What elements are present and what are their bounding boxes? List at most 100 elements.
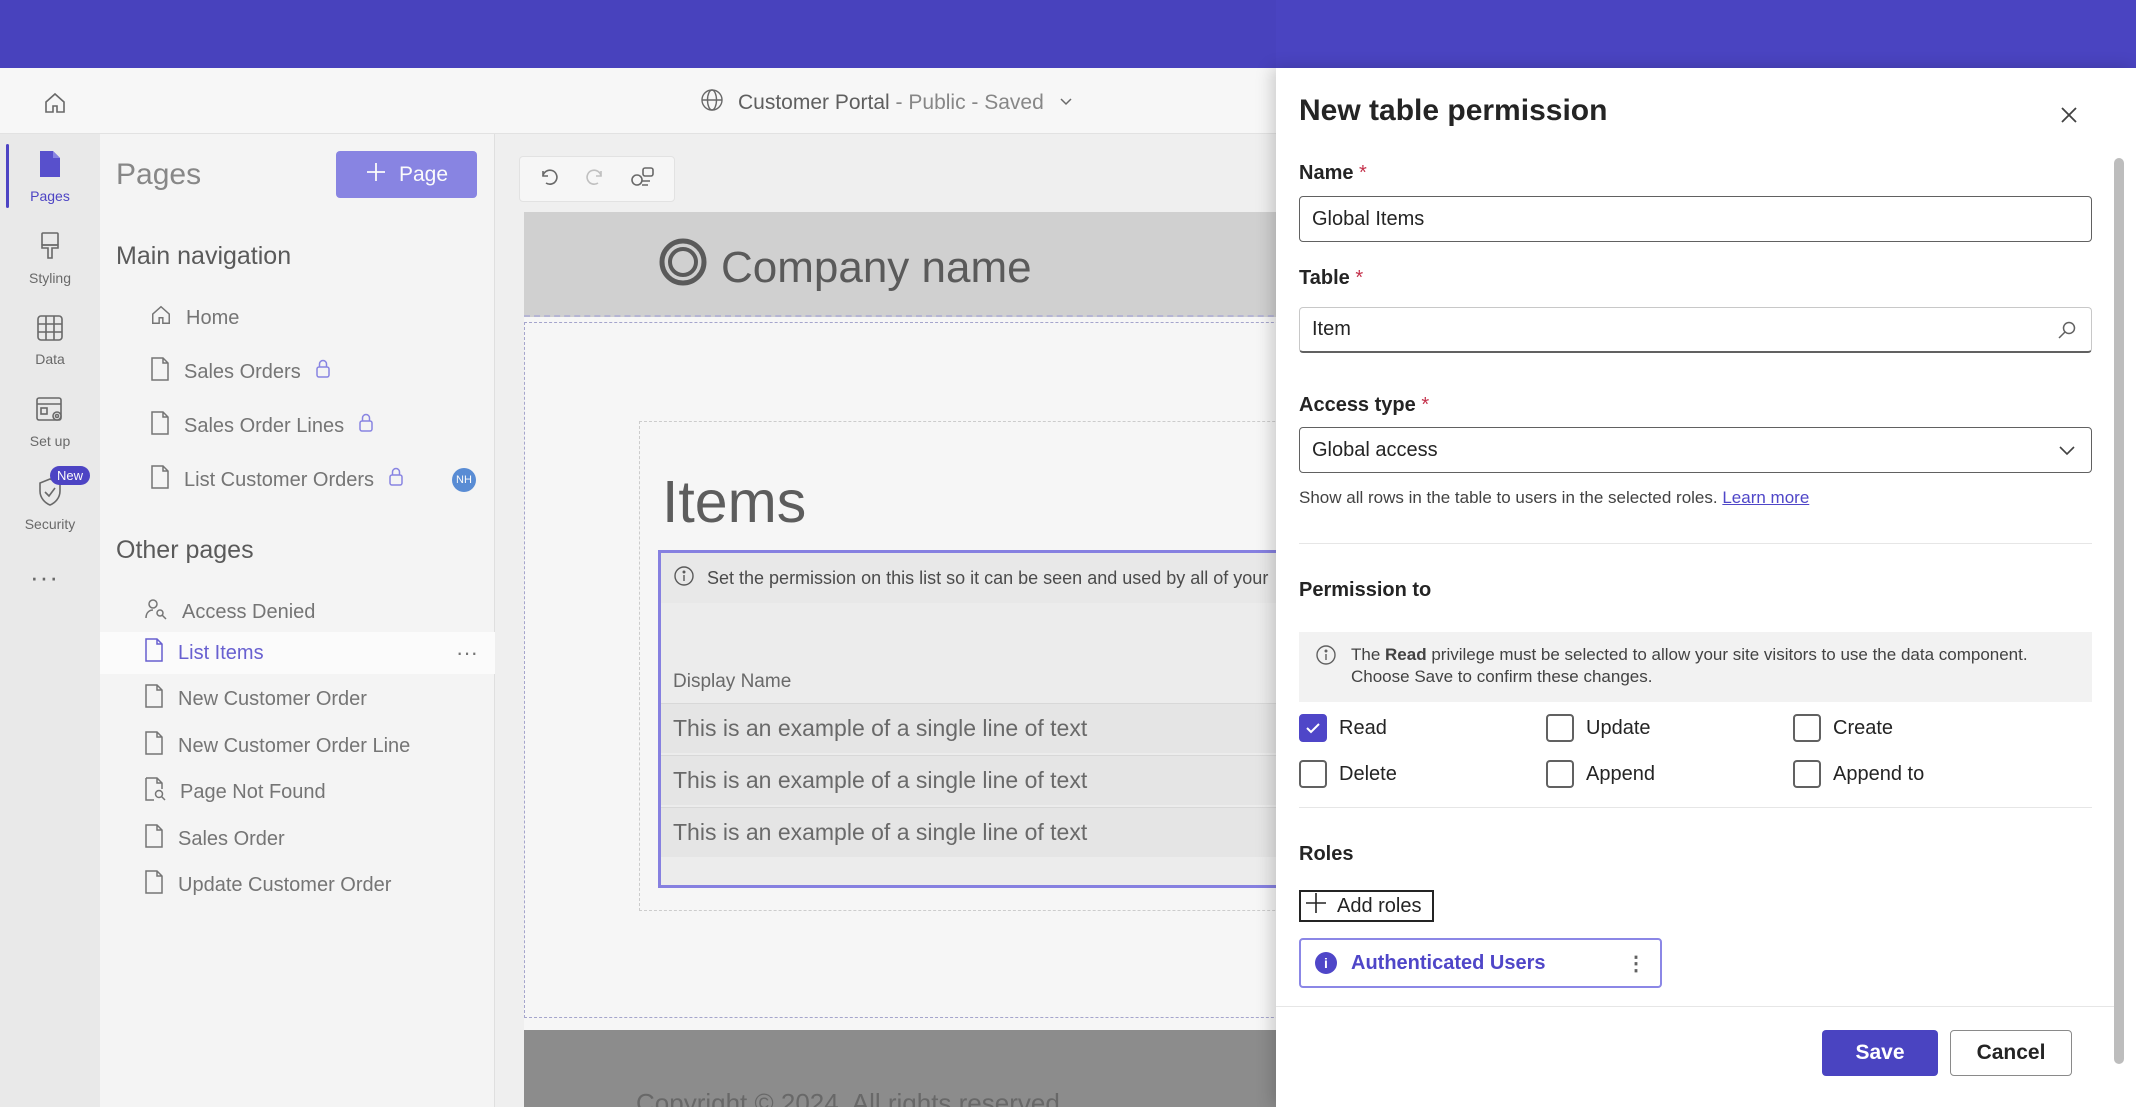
left-rail: Pages Styling Data Set up Security New ·… [0, 134, 100, 1107]
more-icon[interactable]: ··· [30, 562, 59, 593]
site-title[interactable]: Customer Portal - Public - Saved [700, 88, 1074, 118]
rail-styling[interactable]: Styling [6, 222, 94, 294]
role-chip-authenticated-users[interactable]: i Authenticated Users ⋮ [1299, 938, 1662, 988]
close-icon[interactable] [2052, 98, 2086, 132]
undo-icon[interactable] [538, 166, 560, 193]
read-checkbox[interactable]: Read [1299, 714, 1387, 742]
info-icon [673, 565, 695, 592]
nav-item-access-denied[interactable]: Access Denied [144, 592, 315, 632]
search-icon[interactable] [2057, 320, 2077, 346]
nav-item-label: Update Customer Order [178, 873, 392, 896]
divider [1299, 543, 2092, 544]
table-field[interactable]: Item [1299, 307, 2092, 353]
append-label: Append [1586, 762, 1655, 785]
top-bar [0, 0, 2136, 68]
append-checkbox[interactable]: Append [1546, 760, 1655, 788]
redo-icon[interactable] [584, 166, 606, 193]
page-body: Items Set the permission on this list so… [524, 322, 1326, 1018]
update-checkbox[interactable]: Update [1546, 714, 1651, 742]
rail-label: Data [35, 350, 65, 367]
home-icon[interactable] [36, 86, 74, 120]
pages-panel: Pages Page Main navigation Home Sales Or… [100, 134, 495, 1107]
roles-title: Roles [1299, 843, 1354, 865]
nav-item-new-customer-order-line[interactable]: New Customer Order Line [144, 726, 410, 766]
plus-icon [365, 161, 387, 189]
new-badge: New [50, 466, 91, 485]
page-icon [150, 357, 170, 387]
checkmark-icon [1299, 714, 1327, 742]
delete-label: Delete [1339, 762, 1397, 785]
access-type-dropdown[interactable]: Global access [1299, 427, 2092, 473]
nav-item-sales-order[interactable]: Sales Order [144, 819, 285, 859]
nav-item-sales-orders[interactable]: Sales Orders [150, 352, 331, 392]
nav-item-update-customer-order[interactable]: Update Customer Order [144, 865, 391, 905]
rail-security[interactable]: Security New [6, 466, 94, 540]
list-component[interactable]: Set the permission on this list so it ca… [658, 550, 1326, 888]
other-pages-title: Other pages [116, 536, 254, 564]
nav-item-label: List Items [178, 641, 264, 664]
page-icon [144, 684, 164, 714]
components-icon[interactable] [630, 165, 656, 194]
site-preview: Company name Items Set the permission on… [524, 212, 1326, 1107]
nav-item-list-customer-orders[interactable]: List Customer Orders [150, 460, 404, 500]
rail-pages[interactable]: Pages [6, 140, 94, 212]
page-icon [144, 638, 164, 668]
add-page-label: Page [398, 162, 449, 186]
cancel-button[interactable]: Cancel [1950, 1030, 2072, 1076]
page-search-icon [144, 777, 166, 807]
info-text: Set the permission on this list so it ca… [707, 567, 1269, 588]
info-icon: i [1315, 952, 1337, 974]
read-label: Read [1339, 716, 1387, 739]
nav-item-home[interactable]: Home [150, 298, 239, 338]
company-name: Company name [721, 242, 1032, 292]
delete-checkbox[interactable]: Delete [1299, 760, 1397, 788]
learn-more-link[interactable]: Learn more [1722, 488, 1809, 507]
checkbox-box [1299, 760, 1327, 788]
panel-scrollbar[interactable] [2114, 158, 2124, 1064]
site-footer: Copyright © 2024. All rights reserved. [524, 1030, 1324, 1107]
row-more-icon[interactable]: ··· [456, 640, 478, 666]
access-helper-text: Show all rows in the table to users in t… [1299, 488, 1810, 507]
add-roles-button[interactable]: Add roles [1299, 890, 1434, 922]
permission-title: Permission to [1299, 579, 1432, 601]
settings-icon [35, 396, 65, 427]
lock-icon [315, 359, 331, 385]
main-nav-title: Main navigation [116, 242, 292, 270]
checkbox-box [1546, 760, 1574, 788]
checkbox-box [1793, 760, 1821, 788]
list-info-bar: Set the permission on this list so it ca… [661, 553, 1326, 603]
table-label: Table * [1299, 267, 1364, 289]
info-icon [1315, 644, 1337, 690]
checkbox-box [1546, 714, 1574, 742]
table-row: This is an example of a single line of t… [661, 755, 1326, 805]
rail-label: Pages [30, 187, 70, 204]
read-privilege-notice: The Read privilege must be selected to a… [1299, 632, 2092, 702]
add-page-button[interactable]: Page [336, 151, 477, 198]
notice-text: The Read privilege must be selected to a… [1351, 645, 2028, 686]
nav-item-page-not-found[interactable]: Page Not Found [144, 772, 326, 812]
rail-data[interactable]: Data [6, 304, 94, 376]
update-label: Update [1586, 716, 1651, 739]
page-icon [150, 411, 170, 441]
panel-title: New table permission [1299, 94, 1608, 127]
nav-item-list-items[interactable]: List Items [144, 633, 264, 673]
checkbox-box [1793, 714, 1821, 742]
append-to-checkbox[interactable]: Append to [1793, 760, 1924, 788]
nav-item-new-customer-order[interactable]: New Customer Order [144, 679, 367, 719]
nav-item-label: Home [186, 306, 240, 329]
access-type-label: Access type * [1299, 394, 1430, 416]
create-label: Create [1833, 716, 1894, 739]
more-vertical-icon[interactable]: ⋮ [1626, 951, 1646, 976]
content-section: Items Set the permission on this list so… [639, 421, 1326, 911]
globe-icon [700, 88, 724, 118]
name-value: Global Items [1312, 207, 1425, 230]
home-icon [150, 304, 172, 332]
save-button[interactable]: Save [1822, 1030, 1938, 1076]
avatar: NH [452, 468, 476, 492]
rail-label: Security [24, 515, 76, 532]
nav-item-sales-order-lines[interactable]: Sales Order Lines [150, 406, 374, 446]
create-checkbox[interactable]: Create [1793, 714, 1893, 742]
rail-setup[interactable]: Set up [6, 386, 94, 458]
name-field[interactable]: Global Items [1299, 196, 2092, 242]
company-logo: Company name [659, 238, 1032, 297]
